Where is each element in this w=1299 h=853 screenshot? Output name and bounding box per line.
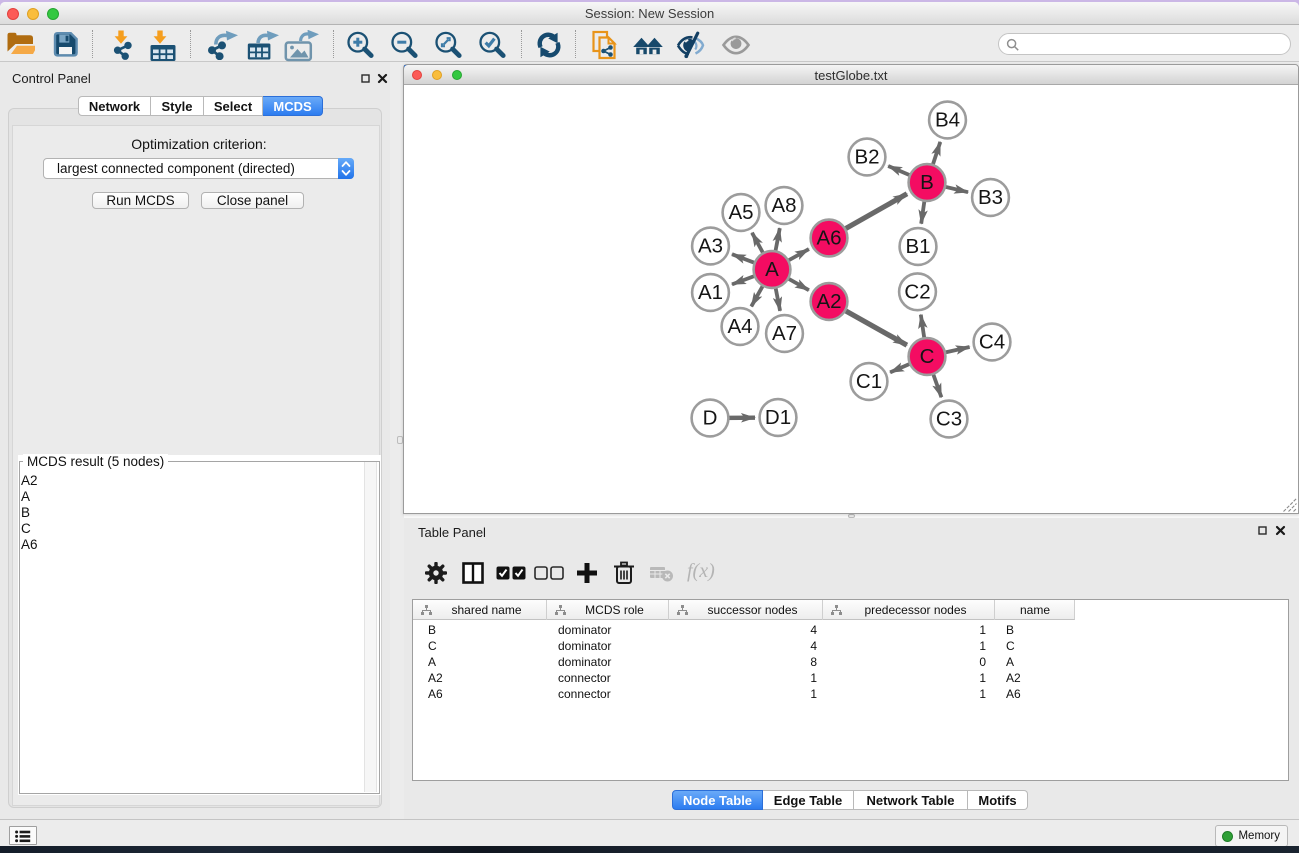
svg-text:A1: A1	[698, 281, 723, 304]
svg-text:C2: C2	[904, 280, 930, 303]
svg-text:B3: B3	[978, 186, 1003, 209]
svg-text:B: B	[920, 171, 934, 194]
svg-text:A: A	[765, 258, 779, 281]
svg-text:A3: A3	[698, 235, 723, 258]
svg-text:A7: A7	[772, 322, 797, 345]
svg-text:C3: C3	[936, 408, 962, 431]
svg-text:B4: B4	[935, 109, 960, 132]
svg-text:A8: A8	[771, 194, 796, 217]
svg-text:B1: B1	[905, 235, 930, 258]
svg-text:C: C	[920, 345, 935, 368]
svg-text:D: D	[703, 407, 718, 430]
svg-text:C4: C4	[979, 331, 1005, 354]
svg-text:A6: A6	[816, 227, 841, 250]
svg-text:C1: C1	[856, 370, 882, 393]
svg-text:A2: A2	[816, 290, 841, 313]
svg-text:A4: A4	[727, 315, 752, 338]
svg-text:A5: A5	[728, 201, 753, 224]
svg-text:B2: B2	[854, 146, 879, 169]
svg-text:D1: D1	[765, 406, 791, 429]
